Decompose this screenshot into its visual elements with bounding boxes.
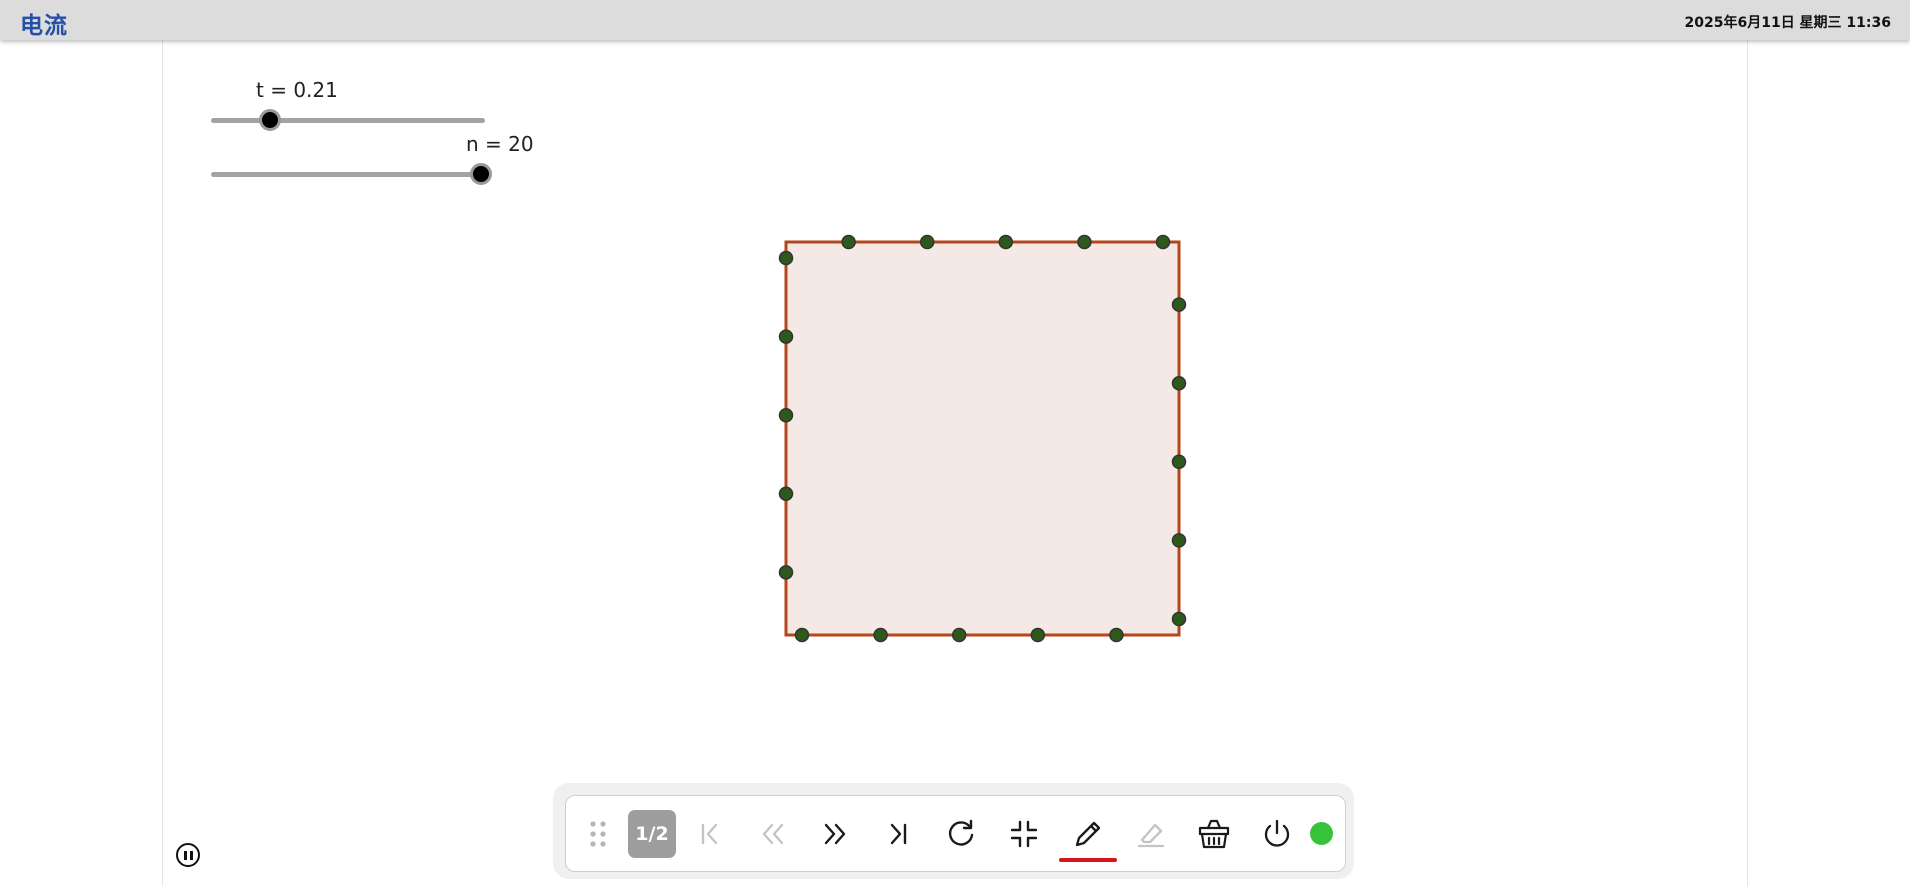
- charge-point: [1171, 375, 1187, 391]
- charge-point: [794, 627, 810, 643]
- charge-point: [1171, 533, 1187, 548]
- clear-basket-icon[interactable]: [1190, 810, 1238, 858]
- charge-point: [1171, 611, 1187, 627]
- status-indicator: [1310, 822, 1333, 845]
- charge-point: [778, 250, 794, 266]
- charge-point: [841, 234, 856, 250]
- title-bar: 电流 2025年6月11日 星期三 11:36: [0, 0, 1910, 40]
- charge-point: [778, 329, 794, 344]
- charge-point: [919, 234, 935, 250]
- charge-point: [778, 565, 794, 580]
- date-time: 2025年6月11日 星期三 11:36: [1684, 15, 1892, 31]
- app-title: 电流: [20, 13, 68, 39]
- geometry-canvas: [778, 234, 1187, 643]
- reload-icon[interactable]: [937, 810, 985, 858]
- pause-animation-button[interactable]: [176, 843, 200, 867]
- current-loop-square: [784, 240, 1181, 637]
- last-page-icon[interactable]: [874, 810, 922, 858]
- eraser-icon[interactable]: [1127, 810, 1175, 858]
- drag-handle-icon[interactable]: [574, 810, 622, 858]
- previous-icon[interactable]: [749, 810, 797, 858]
- page-indicator[interactable]: 1/2: [628, 810, 676, 858]
- next-icon[interactable]: [811, 810, 859, 858]
- charge-point: [951, 627, 967, 643]
- exit-fullscreen-icon[interactable]: [1000, 810, 1048, 858]
- charge-point: [778, 407, 794, 423]
- pen-icon[interactable]: [1064, 810, 1112, 858]
- charge-point: [1171, 454, 1187, 470]
- charge-point: [873, 627, 888, 643]
- first-page-icon[interactable]: [686, 810, 734, 858]
- charge-point: [998, 234, 1014, 250]
- active-pen-color-indicator: [1059, 858, 1117, 862]
- charge-point: [778, 486, 794, 502]
- charge-point: [1030, 627, 1046, 643]
- charge-point: [1171, 297, 1187, 312]
- charge-point: [1077, 234, 1092, 250]
- charge-point: [1155, 234, 1171, 250]
- power-icon[interactable]: [1253, 810, 1301, 858]
- charge-point: [1109, 627, 1124, 643]
